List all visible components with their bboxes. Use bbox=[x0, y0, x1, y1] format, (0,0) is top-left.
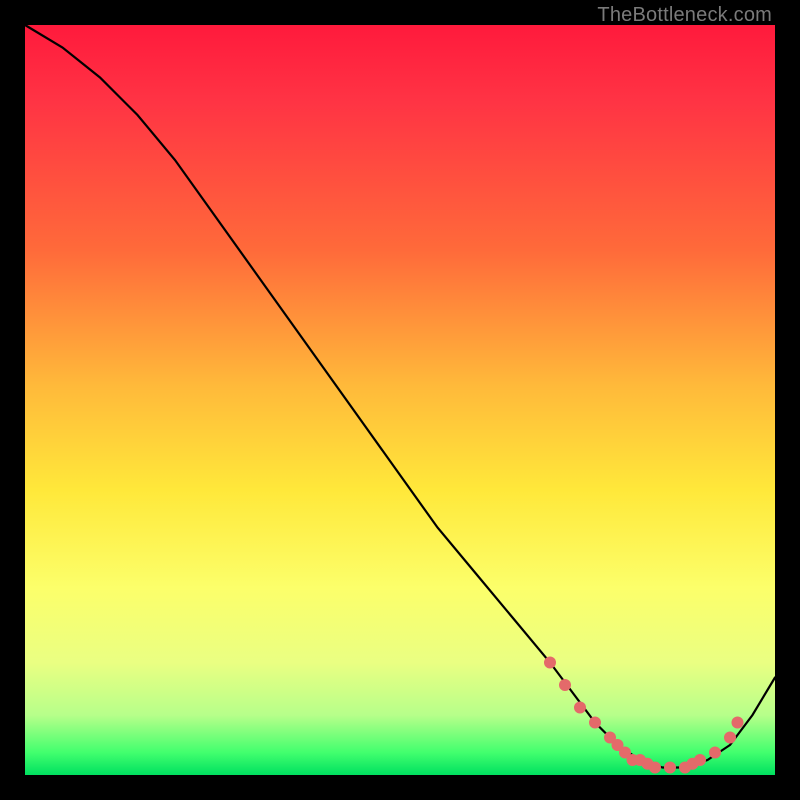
curve-marker bbox=[709, 747, 721, 759]
curve-marker bbox=[664, 762, 676, 774]
curve-markers bbox=[544, 657, 744, 774]
curve-layer bbox=[25, 25, 775, 775]
curve-marker bbox=[732, 717, 744, 729]
curve-marker bbox=[544, 657, 556, 669]
curve-marker bbox=[649, 762, 661, 774]
curve-marker bbox=[694, 754, 706, 766]
chart-frame: TheBottleneck.com bbox=[0, 0, 800, 800]
curve-marker bbox=[559, 679, 571, 691]
bottleneck-curve bbox=[25, 25, 775, 768]
curve-marker bbox=[574, 702, 586, 714]
gradient-plot-area bbox=[25, 25, 775, 775]
curve-marker bbox=[724, 732, 736, 744]
attribution-watermark: TheBottleneck.com bbox=[597, 4, 772, 27]
curve-marker bbox=[589, 717, 601, 729]
